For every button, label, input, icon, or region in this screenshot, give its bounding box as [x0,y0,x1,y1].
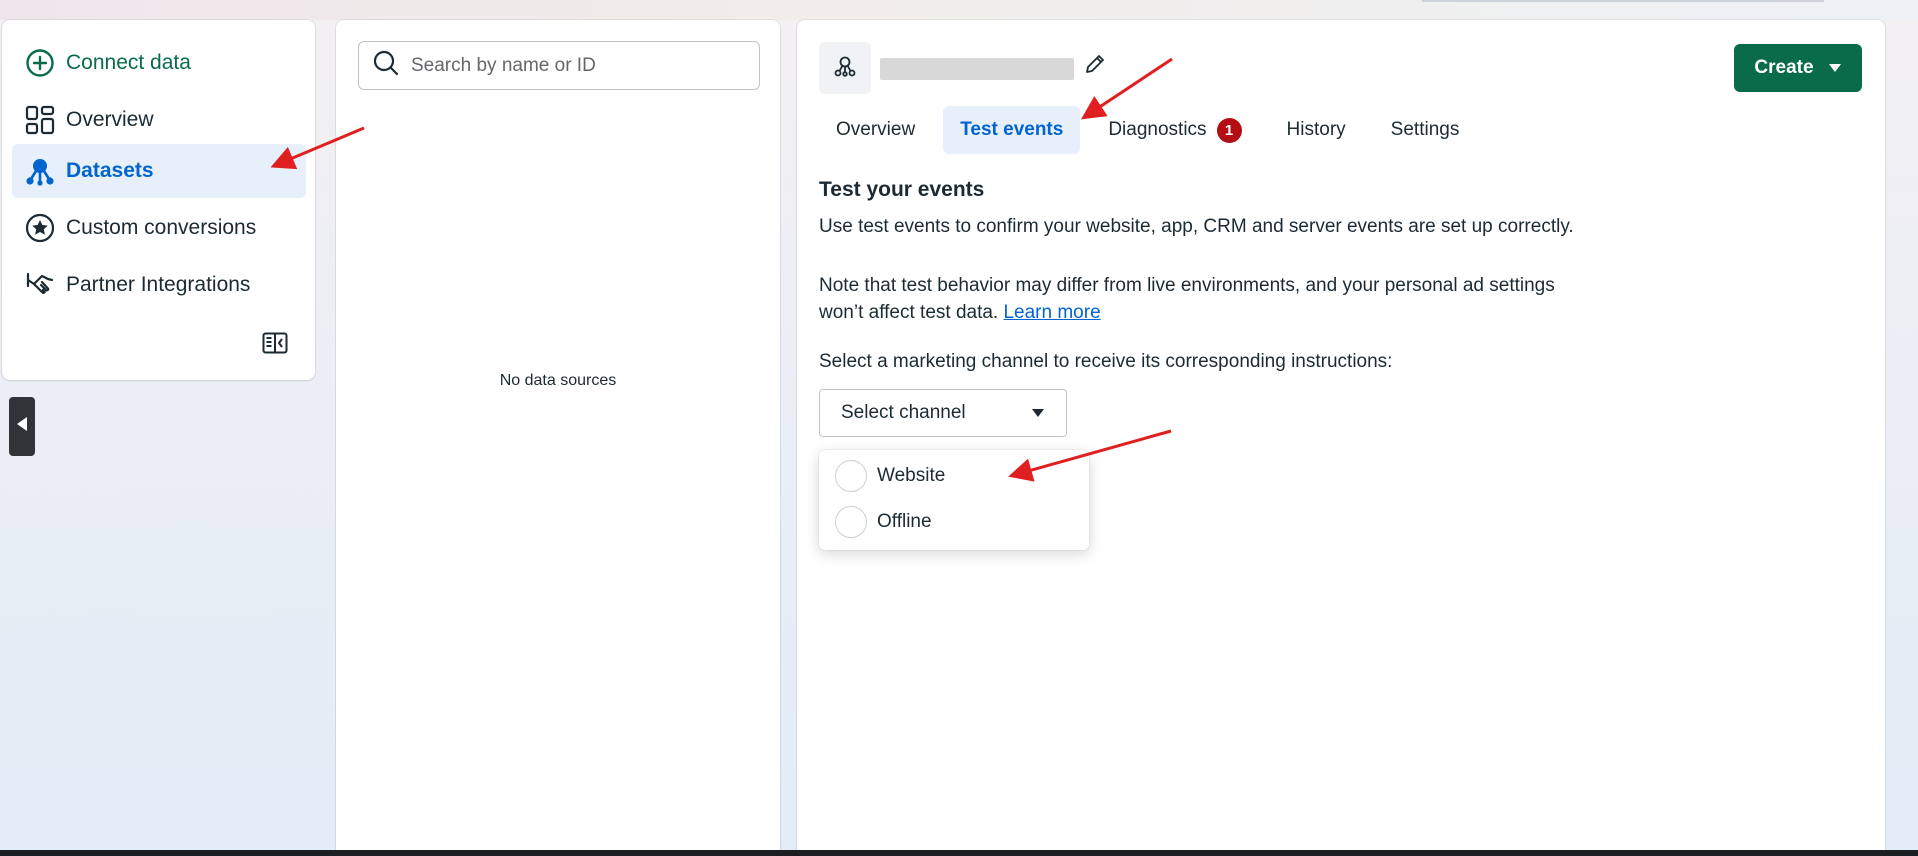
sidebar-item-custom-conversions[interactable]: Custom conversions [12,201,306,255]
search-input[interactable] [411,54,751,77]
diagnostics-count-badge: 1 [1216,117,1242,143]
dataset-detail-panel: Create Overview Test events Diagnostics 1… [797,20,1885,856]
tab-history[interactable]: History [1270,106,1363,154]
note-body: Note that test behavior may differ from … [819,275,1555,323]
pencil-icon [1084,53,1106,80]
handshake-icon [24,269,56,301]
option-label: Offline [877,511,932,532]
tab-label: History [1286,119,1346,140]
panel-toggle-button[interactable] [9,397,35,456]
grid-icon [24,104,56,136]
sidebar-item-label: Datasets [66,159,154,182]
radio-button[interactable] [835,506,867,538]
dataset-icon [24,155,56,187]
option-offline[interactable]: Offline [835,504,932,540]
caret-down-icon [1031,402,1045,424]
sidebar-item-label: Partner Integrations [66,273,251,296]
caret-down-icon [1828,57,1842,79]
option-website[interactable]: Website [835,458,945,494]
sidebar-item-datasets[interactable]: Datasets [12,144,306,198]
select-prompt: Select a marketing channel to receive it… [819,351,1393,372]
dataset-avatar [819,42,871,94]
section-heading: Test your events [819,178,985,201]
sidebar-item-connect-data[interactable]: Connect data [12,36,306,90]
empty-state-text: No data sources [499,372,617,389]
tab-settings[interactable]: Settings [1374,106,1477,154]
tab-overview[interactable]: Overview [819,106,932,154]
tab-label: Test events [960,119,1064,140]
search-icon [373,50,399,81]
select-value: Select channel [841,402,966,423]
star-circle-icon [24,212,56,244]
search-box[interactable] [358,41,760,90]
dataset-icon [833,54,857,83]
data-sources-panel: No data sources [336,20,780,856]
create-button-label: Create [1754,57,1814,78]
collapse-sidebar-button[interactable] [260,332,290,358]
dataset-name-redacted [880,58,1074,80]
option-label: Website [877,465,946,486]
learn-more-link[interactable]: Learn more [1003,302,1100,323]
tab-test-events[interactable]: Test events [943,106,1081,154]
bottom-bar [0,850,1918,856]
note-text: Note that test behavior may differ from … [819,272,1599,326]
collapse-sidebar-icon [262,332,288,359]
sidebar-item-label: Connect data [66,51,191,74]
sidebar: Connect data Overview Datasets Custom co… [2,20,315,380]
test-events-content: Test your events Use test events to conf… [819,178,1619,375]
tab-diagnostics[interactable]: Diagnostics 1 [1091,106,1258,154]
channel-select[interactable]: Select channel [819,389,1067,437]
intro-text: Use test events to confirm your website,… [819,216,1574,237]
caret-left-icon [16,416,28,437]
radio-button[interactable] [835,460,867,492]
create-button[interactable]: Create [1734,44,1862,92]
sidebar-item-partner-integrations[interactable]: Partner Integrations [12,258,306,312]
top-edge-hint [1422,0,1824,2]
tab-label: Diagnostics [1108,119,1207,140]
tab-label: Overview [836,119,916,140]
plus-circle-icon [24,47,56,79]
sidebar-item-label: Custom conversions [66,216,257,239]
tab-label: Settings [1390,119,1460,140]
sidebar-item-overview[interactable]: Overview [12,93,306,147]
tab-bar: Overview Test events Diagnostics 1 Histor… [819,106,1487,154]
sidebar-item-label: Overview [66,108,154,131]
channel-dropdown-menu: Website Offline [819,450,1089,550]
edit-name-button[interactable] [1082,53,1108,79]
browser-top-strip [0,0,1918,20]
